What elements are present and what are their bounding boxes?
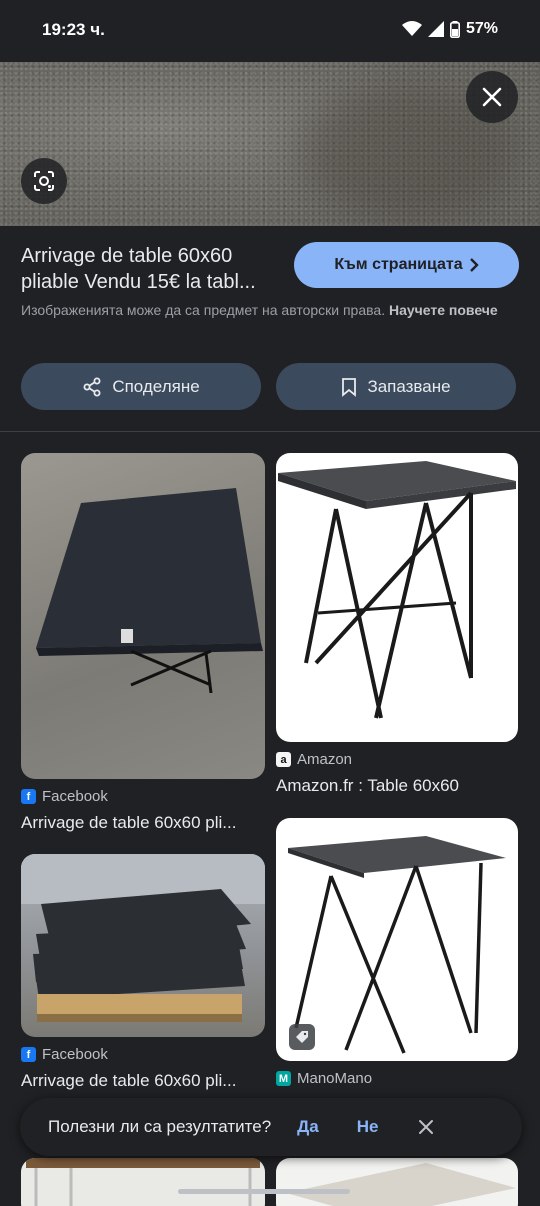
save-button[interactable]: Запазване: [276, 363, 516, 410]
visit-page-label: Към страницата: [334, 256, 463, 273]
feedback-yes-button[interactable]: Да: [297, 1117, 319, 1137]
close-icon: [482, 87, 502, 107]
close-button[interactable]: [466, 71, 518, 123]
wifi-icon: [401, 21, 422, 36]
table-photo-1: [36, 488, 263, 694]
copyright-notice: Изображенията може да са предмет на авто…: [21, 300, 521, 321]
feedback-no-button[interactable]: Не: [357, 1117, 379, 1137]
result-image-3[interactable]: [21, 854, 265, 1037]
visit-page-button[interactable]: Към страницата: [294, 242, 519, 288]
battery-level: 57%: [465, 20, 498, 37]
tag-icon: [296, 1031, 308, 1043]
card-2-title[interactable]: Amazon.fr : Table 60x60: [276, 776, 516, 796]
learn-more-link[interactable]: Научете повече: [389, 302, 498, 318]
card-3-title[interactable]: Arrivage de table 60x60 pli...: [21, 1071, 261, 1091]
result-image-1[interactable]: [21, 453, 265, 779]
share-icon: [83, 377, 101, 396]
share-label: Споделяне: [112, 376, 200, 396]
table-photo-6: [286, 1163, 516, 1206]
card-3-source[interactable]: f Facebook: [21, 1046, 108, 1063]
result-image-5[interactable]: [21, 1158, 265, 1206]
result-title: Arrivage de table 60x60 pliable Vendu 15…: [21, 245, 256, 293]
card-1-source[interactable]: f Facebook: [21, 788, 108, 805]
manomano-icon: M: [276, 1071, 291, 1086]
result-image-2[interactable]: [276, 453, 518, 742]
lens-button[interactable]: [21, 158, 67, 204]
card-2-source-name: Amazon: [297, 751, 353, 768]
feedback-close-button[interactable]: [418, 1119, 434, 1135]
card-4-source-name: ManoMano: [297, 1070, 373, 1087]
card-4-source[interactable]: M ManoMano: [276, 1070, 372, 1087]
bookmark-icon: [342, 377, 357, 397]
card-1-title[interactable]: Arrivage de table 60x60 pli...: [21, 813, 261, 833]
copyright-text: Изображенията може да са предмет на авто…: [21, 302, 386, 318]
feedback-question: Полезни ли са резултатите?: [48, 1117, 272, 1136]
close-icon: [419, 1120, 434, 1134]
card-3-source-name: Facebook: [42, 1046, 108, 1063]
facebook-icon: f: [21, 1047, 36, 1062]
share-button[interactable]: Споделяне: [21, 363, 261, 410]
status-icons: 57%: [401, 20, 498, 38]
feedback-bar: Полезни ли са резултатите? Да Не: [20, 1098, 522, 1156]
result-image-6[interactable]: [276, 1158, 518, 1206]
facebook-icon: f: [21, 789, 36, 804]
status-bar: 19:23 ч. 57%: [0, 0, 540, 62]
divider: [0, 431, 540, 432]
table-photo-2: [278, 461, 516, 719]
home-indicator[interactable]: [178, 1189, 350, 1194]
amazon-icon: a: [276, 752, 291, 767]
card-2-source[interactable]: a Amazon: [276, 751, 352, 768]
hero-image[interactable]: [0, 62, 540, 226]
lens-icon: [34, 171, 54, 191]
chevron-right-icon: [469, 258, 479, 272]
battery-icon: [449, 20, 460, 38]
save-label: Запазване: [367, 376, 451, 396]
signal-icon: [427, 21, 444, 37]
stacked-tables-photo: [21, 854, 265, 1022]
status-time: 19:23 ч.: [42, 20, 105, 39]
card-1-source-name: Facebook: [42, 788, 108, 805]
table-photo-5: [26, 1158, 260, 1206]
product-tag-badge: [289, 1024, 315, 1050]
